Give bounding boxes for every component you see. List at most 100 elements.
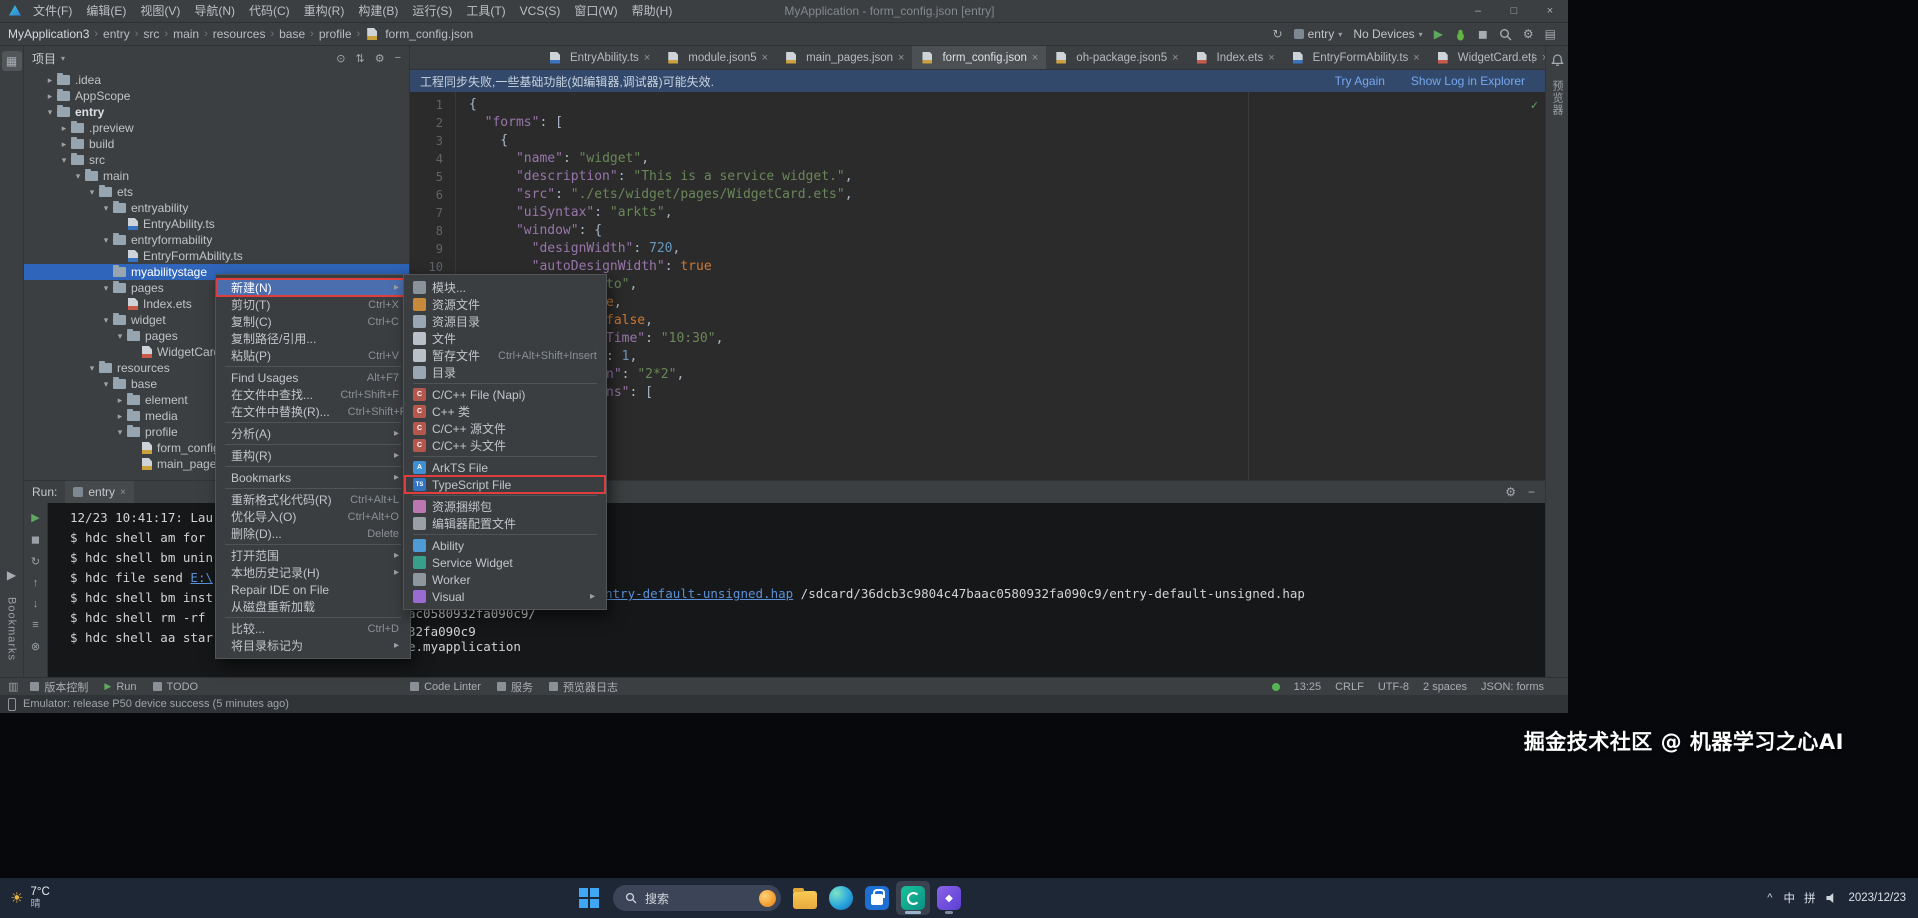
- soft-wrap-button[interactable]: ≡: [32, 619, 38, 631]
- bookmarks-tool-button[interactable]: Bookmarks: [6, 597, 18, 661]
- editor-tab[interactable]: oh-package.json5 ×: [1046, 46, 1186, 69]
- show-log-link[interactable]: Show Log in Explorer: [1411, 74, 1525, 88]
- menu-item[interactable]: Find Usages Alt+F7: [217, 369, 409, 386]
- menubar-item[interactable]: 导航(N): [187, 0, 242, 22]
- volume-icon[interactable]: [1826, 893, 1834, 903]
- tree-toggle-icon[interactable]: ▾: [100, 235, 112, 246]
- menubar-item[interactable]: 帮助(H): [625, 0, 680, 22]
- menu-item[interactable]: 分析(A) ▸: [217, 425, 409, 442]
- stop-button[interactable]: ◼: [1478, 28, 1488, 40]
- tree-toggle-icon[interactable]: ▾: [86, 187, 98, 198]
- menu-item[interactable]: C C++ 类: [405, 403, 605, 420]
- tree-item[interactable]: ▾ src: [24, 152, 409, 168]
- tree-item[interactable]: ▸ .preview: [24, 120, 409, 136]
- tree-toggle-icon[interactable]: ▾: [100, 379, 112, 390]
- menu-item[interactable]: A ArkTS File: [405, 459, 605, 476]
- tree-toggle-icon[interactable]: ▸: [58, 123, 70, 134]
- run-tab[interactable]: entry ×: [65, 481, 134, 503]
- previewer-tool-button[interactable]: 预览器: [1549, 80, 1565, 116]
- scroll-up-button[interactable]: ↑: [33, 577, 39, 589]
- tab-close-icon[interactable]: ×: [762, 52, 768, 64]
- menubar-item[interactable]: 窗口(W): [567, 0, 624, 22]
- menubar-item[interactable]: VCS(S): [513, 0, 568, 22]
- tree-toggle-icon[interactable]: ▾: [100, 283, 112, 294]
- tab-close-icon[interactable]: ×: [1032, 52, 1038, 64]
- editor-tab[interactable]: form_config.json ×: [912, 46, 1047, 69]
- panel-settings-button[interactable]: ⚙: [375, 52, 385, 65]
- rerun-button[interactable]: ▶: [31, 511, 39, 524]
- menu-item[interactable]: 优化导入(O) Ctrl+Alt+O: [217, 508, 409, 525]
- tray-expand-icon[interactable]: ^: [1767, 892, 1772, 904]
- tree-item[interactable]: EntryFormAbility.ts: [24, 248, 409, 264]
- statusbar-indicator[interactable]: 2 spaces: [1423, 681, 1467, 693]
- menu-item[interactable]: 本地历史记录(H) ▸: [217, 564, 409, 581]
- tool-window-switcher-icon[interactable]: ▥: [8, 680, 18, 693]
- tray-input-indicator[interactable]: 中: [1783, 890, 1795, 906]
- close-button[interactable]: ×: [1532, 0, 1568, 22]
- editor-tab[interactable]: EntryAbility.ts ×: [540, 46, 658, 69]
- notifications-bell-icon[interactable]: [1550, 53, 1565, 68]
- menu-item[interactable]: 复制路径/引用...: [217, 330, 409, 347]
- menu-item[interactable]: 粘贴(P) Ctrl+V: [217, 347, 409, 364]
- tree-toggle-icon[interactable]: ▾: [100, 315, 112, 326]
- menu-item[interactable]: C C/C++ File (Napi): [405, 386, 605, 403]
- tree-toggle-icon[interactable]: ▾: [114, 427, 126, 438]
- tab-options-icon[interactable]: ⋮: [1527, 46, 1539, 69]
- tab-close-icon[interactable]: ×: [898, 52, 904, 64]
- menu-item[interactable]: Service Widget: [405, 554, 605, 571]
- breadcrumb-item[interactable]: src: [143, 27, 159, 41]
- stop-process-button[interactable]: ◼: [31, 533, 40, 546]
- menu-item[interactable]: 比较... Ctrl+D: [217, 620, 409, 637]
- menu-item[interactable]: 在文件中查找... Ctrl+Shift+F: [217, 386, 409, 403]
- clear-console-button[interactable]: ⊗: [31, 640, 40, 653]
- edge-browser-icon[interactable]: [824, 881, 858, 915]
- weather-widget[interactable]: ☀ 7°C 晴: [10, 878, 50, 918]
- tree-toggle-icon[interactable]: ▸: [58, 139, 70, 150]
- statusbar-item[interactable]: 预览器日志: [548, 679, 618, 695]
- tree-toggle-icon[interactable]: ▸: [114, 411, 126, 422]
- run-button[interactable]: ▶: [1434, 28, 1443, 40]
- tree-item[interactable]: ▾ entry: [24, 104, 409, 120]
- menubar-item[interactable]: 文件(F): [26, 0, 79, 22]
- menu-item[interactable]: 在文件中替换(R)... Ctrl+Shift+R: [217, 403, 409, 420]
- app-store-icon[interactable]: [860, 881, 894, 915]
- file-explorer-icon[interactable]: [788, 881, 822, 915]
- run-tool-button[interactable]: ▶: [2, 565, 22, 585]
- menu-item[interactable]: Worker: [405, 571, 605, 588]
- statusbar-item[interactable]: 版本控制: [30, 679, 88, 695]
- tree-toggle-icon[interactable]: ▾: [114, 331, 126, 342]
- run-minimize-icon[interactable]: −: [1528, 485, 1535, 499]
- menu-item[interactable]: 目录: [405, 364, 605, 381]
- breadcrumb-item[interactable]: base: [279, 27, 305, 41]
- project-panel-title[interactable]: 项目: [32, 50, 56, 67]
- menubar-item[interactable]: 编辑(E): [79, 0, 133, 22]
- hide-panel-button[interactable]: −: [395, 52, 401, 65]
- tree-toggle-icon[interactable]: ▾: [72, 171, 84, 182]
- menu-item[interactable]: 重新格式化代码(R) Ctrl+Alt+L: [217, 491, 409, 508]
- editor-tab[interactable]: EntryFormAbility.ts ×: [1283, 46, 1428, 69]
- menu-item[interactable]: 新建(N) ▸: [216, 278, 410, 297]
- tab-close-icon[interactable]: ×: [644, 52, 650, 64]
- menu-item[interactable]: 资源文件: [405, 296, 605, 313]
- menu-item[interactable]: 重构(R) ▸: [217, 447, 409, 464]
- start-button[interactable]: [572, 881, 606, 915]
- breadcrumb-item[interactable]: profile: [319, 27, 352, 41]
- tree-item[interactable]: ▸ AppScope: [24, 88, 409, 104]
- menubar-item[interactable]: 构建(B): [351, 0, 405, 22]
- breadcrumb-item[interactable]: resources: [213, 27, 266, 41]
- tray-input-indicator[interactable]: 拼: [1804, 890, 1816, 906]
- taskbar-date[interactable]: 2023/12/23: [1848, 892, 1906, 904]
- sync-icon[interactable]: ↻: [1273, 28, 1283, 40]
- tree-item[interactable]: ▾ main: [24, 168, 409, 184]
- tab-close-icon[interactable]: ×: [1268, 52, 1274, 64]
- menu-item[interactable]: 将目录标记为 ▸: [217, 637, 409, 654]
- menu-item[interactable]: 暂存文件 Ctrl+Alt+Shift+Insert: [405, 347, 605, 364]
- menu-item[interactable]: C C/C++ 源文件: [405, 420, 605, 437]
- tab-close-icon[interactable]: ×: [1172, 52, 1178, 64]
- menubar-item[interactable]: 运行(S): [405, 0, 459, 22]
- maximize-button[interactable]: □: [1496, 0, 1532, 22]
- statusbar-indicator[interactable]: CRLF: [1335, 681, 1364, 693]
- menubar-item[interactable]: 工具(T): [459, 0, 512, 22]
- menu-item[interactable]: Bookmarks ▸: [217, 469, 409, 486]
- locate-file-button[interactable]: ⊙: [336, 52, 345, 65]
